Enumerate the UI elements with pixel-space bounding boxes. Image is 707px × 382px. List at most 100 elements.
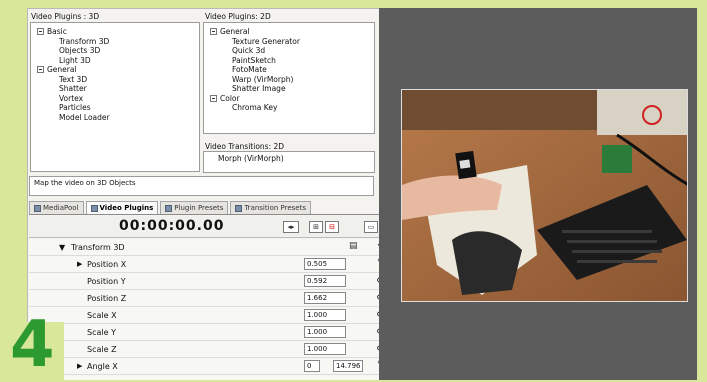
param-value-input[interactable]: 1.000 (304, 309, 346, 321)
collapse-icon[interactable] (37, 66, 44, 74)
tab-icon (165, 204, 173, 212)
tree-item[interactable]: FotoMate (210, 65, 300, 75)
tab[interactable]: MediaPool (29, 201, 84, 214)
tab-label: Transition Presets (244, 204, 306, 212)
tree-item-label: Model Loader (59, 112, 110, 122)
param-value-input[interactable]: 0.592 (304, 275, 346, 287)
keyframe-nav-button[interactable]: ◂▸ (283, 221, 299, 233)
delete-keyframe-button[interactable]: ⊟ (325, 221, 339, 233)
tree-item[interactable]: Quick 3d (210, 46, 300, 56)
tab-icon (34, 204, 41, 212)
transitions-panel: Morph (VirMorph) (203, 151, 375, 173)
param-row: ▶Angle X014.796✎ (29, 358, 389, 375)
panel-tabs: MediaPool Video Plugins Plugin Presets Tran… (29, 201, 379, 215)
parameter-grid: ▼ Transform 3D ▤ ❖ ▶Position X0.505✎Posi… (29, 239, 389, 380)
tab-icon (235, 204, 243, 212)
param-value-input[interactable]: 0 (304, 360, 320, 372)
tree-item-label: PaintSketch (232, 55, 276, 65)
tree-item[interactable]: Color (210, 94, 300, 104)
param-row: ▶Position X0.505✎ (29, 256, 389, 273)
collapse-icon[interactable] (37, 28, 44, 36)
plugin-description: Map the video on 3D Objects (29, 176, 374, 196)
timecode-bar: 00:00:00.00 ◂▸ ⊞ ⊟ ▭ (29, 216, 389, 238)
tree-item[interactable]: Objects 3D (37, 46, 110, 56)
expand-icon[interactable]: ▶ (77, 260, 82, 268)
tree-item[interactable]: Light 3D (37, 56, 110, 66)
tree-item[interactable]: General (210, 27, 300, 37)
param-row: Position Z 1.662 (29, 290, 389, 307)
expand-icon[interactable]: ▶ (77, 362, 82, 370)
tree-item-label: Shatter (59, 84, 87, 93)
tree-item-label: Objects 3D (59, 46, 101, 55)
tree-item[interactable]: Texture Generator (210, 37, 300, 47)
tab-label: Video Plugins (99, 204, 154, 212)
tree-item[interactable]: Basic (37, 27, 110, 37)
param-value-input[interactable]: 1.000 (304, 326, 346, 338)
collapse-icon[interactable] (210, 94, 217, 102)
plugins-2d-tree: General Texture Generator Quick 3d PaintSke… (210, 27, 300, 113)
step-number: 4 (10, 308, 55, 382)
param-row: Scale Y 1.000 (29, 324, 389, 341)
tree-item[interactable]: Shatter (37, 84, 110, 94)
transition-item[interactable]: Morph (VirMorph) (218, 154, 284, 164)
tree-item[interactable]: Vortex (37, 94, 110, 104)
tree-item[interactable]: Warp (VirMorph) (210, 75, 300, 85)
tree-item-label: Text 3D (59, 74, 88, 84)
plugins-2d-title: Video Plugins: 2D (205, 12, 271, 21)
transitions-title: Video Transitions: 2D (205, 142, 285, 151)
expand-button[interactable]: ▭ (364, 221, 378, 233)
tree-item-label: Transform 3D (59, 36, 110, 46)
param-label: Scale X (87, 311, 117, 320)
param-label: Scale Z (87, 345, 117, 354)
param-row: Scale X 1.000 (29, 307, 389, 324)
tree-item-label: Shatter Image (232, 84, 286, 93)
tree-item-label: Particles (59, 103, 91, 112)
param-label: Position Z (87, 294, 127, 303)
tree-item[interactable]: PaintSketch (210, 56, 300, 66)
tree-item-label: Texture Generator (232, 36, 300, 46)
plugins-3d-panel: Basic Transform 3D Objects 3D Light 3D Gener… (30, 22, 200, 172)
tree-item[interactable]: Transform 3D (37, 37, 110, 47)
tree-item-label: Light 3D (59, 55, 91, 65)
tree-item-label: General (220, 27, 250, 36)
tab[interactable]: Video Plugins (85, 201, 159, 214)
collapse-icon[interactable]: ▼ (59, 243, 65, 252)
param-label: Angle X (87, 362, 118, 371)
param-value-input[interactable]: 1.662 (304, 292, 346, 304)
preview-photo (402, 90, 687, 301)
tree-item-label: FotoMate (232, 65, 267, 74)
tree-item[interactable]: General (37, 65, 110, 75)
param-row: Scale Z 1.000 (29, 341, 389, 358)
param-label: Position X (87, 260, 127, 269)
group-label: Transform 3D (71, 243, 125, 252)
video-preview-image (401, 89, 688, 302)
tab[interactable]: Transition Presets (230, 201, 311, 214)
tree-item-label: Basic (47, 27, 67, 36)
group-row[interactable]: ▼ Transform 3D ▤ ❖ (29, 239, 389, 256)
collapse-icon[interactable] (210, 28, 217, 36)
add-keyframe-button[interactable]: ⊞ (309, 221, 323, 233)
tree-item-label: Quick 3d (232, 46, 266, 55)
param-value-input[interactable]: 1.000 (304, 343, 346, 355)
preset-icon[interactable]: ▤ (349, 242, 358, 251)
plugins-3d-title: Video Plugins : 3D (31, 12, 100, 21)
param-label: Scale Y (87, 328, 116, 337)
param-row: Position Y 0.592 (29, 273, 389, 290)
tab-icon (90, 204, 98, 212)
param-value-input[interactable]: 0.505 (304, 258, 346, 270)
plugins-2d-panel: General Texture Generator Quick 3d PaintSke… (203, 22, 375, 134)
tree-item-label: Chroma Key (232, 103, 278, 112)
tab[interactable]: Plugin Presets (160, 201, 229, 214)
tab-label: MediaPool (43, 204, 79, 212)
timecode: 00:00:00.00 (119, 218, 225, 234)
param-label: Position Y (87, 277, 126, 286)
tree-item[interactable]: Shatter Image (210, 84, 300, 94)
tree-item[interactable]: Text 3D (37, 75, 110, 85)
param-value2-input[interactable]: 14.796 (333, 360, 363, 372)
tree-item[interactable]: Model Loader (37, 113, 110, 123)
tree-item[interactable]: Particles (37, 103, 110, 113)
tree-item-label: Vortex (59, 93, 84, 103)
tree-item-label: General (47, 65, 77, 74)
tree-item[interactable]: Chroma Key (210, 103, 300, 113)
tab-label: Plugin Presets (174, 204, 224, 212)
